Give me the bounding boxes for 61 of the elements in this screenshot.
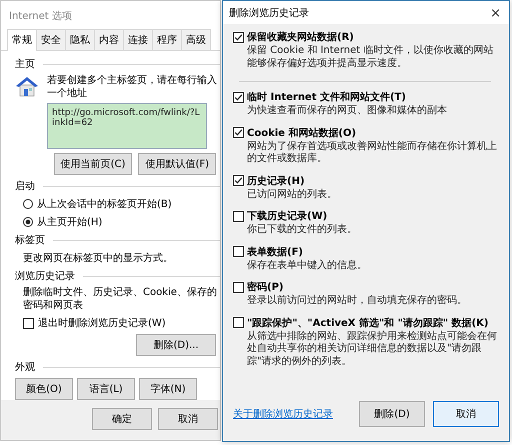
checkbox-label: 退出时删除浏览历史记录(W) bbox=[38, 316, 166, 330]
section-heading: 外观 bbox=[15, 361, 35, 374]
house-icon bbox=[15, 75, 39, 97]
tabs-description: 更改网页在标签页中的显示方式。 bbox=[22, 252, 174, 265]
radio-label: 从主页开始(H) bbox=[37, 216, 102, 229]
appearance-button[interactable]: 颜色(O) bbox=[15, 378, 73, 400]
checkbox[interactable] bbox=[233, 32, 244, 42]
dialog-title: 删除浏览历史记录 bbox=[229, 6, 309, 20]
page-button[interactable]: 使用当前页(C) bbox=[54, 153, 132, 175]
option-description: 保存在表单中键入的信息。 bbox=[246, 260, 368, 272]
option-label: 密码(P) bbox=[247, 280, 284, 294]
checkbox[interactable] bbox=[233, 282, 244, 292]
help-link[interactable]: 关于删除浏览历史记录 bbox=[233, 407, 351, 421]
section-heading: 标签页 bbox=[15, 234, 45, 247]
tab[interactable]: 程序 bbox=[152, 29, 182, 50]
option-description: 已访问网站的列表。 bbox=[246, 188, 338, 201]
tab[interactable]: 内容 bbox=[94, 29, 124, 50]
radio-button[interactable] bbox=[23, 217, 33, 227]
radio-label: 从上次会话中的标签页开始(B) bbox=[37, 198, 172, 211]
tab[interactable]: 常规 bbox=[7, 29, 37, 51]
section-heading: 启动 bbox=[15, 180, 35, 193]
tab[interactable]: 隐私 bbox=[65, 29, 95, 50]
option-description: 为快速查看而保存的网页、图像和媒体的副本 bbox=[246, 105, 448, 118]
delete-button[interactable]: 删除(D)... bbox=[136, 334, 216, 356]
window-title: Internet 选项 bbox=[8, 10, 73, 24]
checkbox[interactable] bbox=[233, 317, 244, 328]
checkbox[interactable] bbox=[233, 175, 244, 186]
checkbox[interactable] bbox=[233, 92, 244, 102]
close-button[interactable]: × bbox=[490, 6, 501, 20]
option-label: Cookie 和网站数据(O) bbox=[247, 126, 356, 140]
radio-button[interactable] bbox=[23, 199, 33, 209]
dialog-button[interactable]: 取消 bbox=[433, 401, 499, 427]
appearance-button[interactable]: 字体(N) bbox=[139, 378, 197, 400]
option-label: 临时 Internet 文件和网站文件(T) bbox=[247, 90, 406, 104]
option-label: 表单数据(F) bbox=[247, 246, 303, 258]
tab[interactable]: 连接 bbox=[123, 29, 153, 50]
appearance-button[interactable]: 语言(L) bbox=[77, 378, 135, 400]
option-label: 下载历史记录(W) bbox=[247, 210, 328, 223]
history-description: 删除临时文件、历史记录、Cookie、保存的密码和网页表 bbox=[22, 287, 218, 312]
footer-button[interactable]: 取消 bbox=[158, 408, 218, 430]
option-label: 保留收藏夹网站数据(R) bbox=[247, 30, 354, 44]
option-description: 保留 Cookie 和 Internet 临时文件，以使你收藏的网站能够保存偏好选项并提高显示速度。 bbox=[246, 45, 494, 70]
checkbox[interactable] bbox=[23, 318, 34, 328]
option-description: 你已下载的文件的列表。 bbox=[246, 224, 358, 236]
tab[interactable]: 高级 bbox=[181, 29, 211, 50]
tab[interactable]: 安全 bbox=[36, 29, 66, 50]
page-button[interactable]: 使用默认值(F) bbox=[138, 153, 216, 175]
section-heading: 浏览历史记录 bbox=[15, 270, 75, 283]
option-label: "跟踪保护"、"ActiveX 筛选"和 "请勿跟踪" 数据(K) bbox=[247, 316, 488, 330]
option-description: 登录以前访问过的网站时，自动填充保存的密码。 bbox=[246, 295, 468, 308]
option-label: 历史记录(H) bbox=[247, 174, 305, 188]
option-description: 网站为了保存首选项或改善网站性能而存储在你计算机上的文件或数据库。 bbox=[246, 140, 497, 166]
home-page-field[interactable]: http://go.microsoft.com/fwlink/?LinkId=62 bbox=[47, 103, 207, 149]
checkbox[interactable] bbox=[233, 210, 244, 222]
checkbox[interactable] bbox=[233, 246, 244, 257]
checkbox[interactable] bbox=[233, 127, 244, 138]
hint-text: 若要创建多个主标签页，请在每行输入一个地址 bbox=[47, 75, 218, 100]
option-description: 从筛选中排除的网站、跟踪保护用来检测站点可能会在何处自动共享你的相关访问详细信息的数据以及"请勿跟踪"请求的例外的列表。 bbox=[246, 330, 497, 368]
footer-button[interactable]: 确定 bbox=[92, 408, 152, 430]
dialog-button[interactable]: 删除(D) bbox=[359, 401, 425, 427]
section-heading: 主页 bbox=[15, 58, 35, 71]
